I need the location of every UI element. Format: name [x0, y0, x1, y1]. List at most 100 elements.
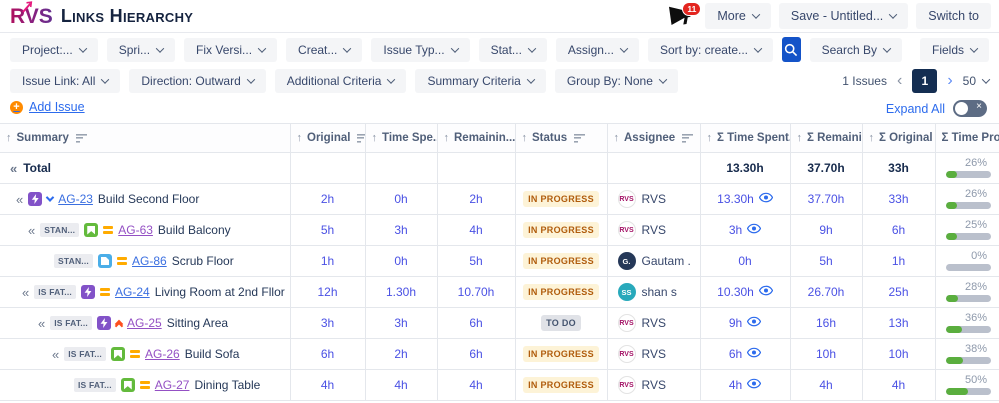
empty-cell — [607, 153, 700, 184]
filter-lines-icon[interactable] — [357, 134, 365, 143]
search-by-button[interactable]: Search By — [810, 38, 902, 62]
remaining-estimate-cell: 2h — [437, 184, 515, 215]
eye-icon[interactable] — [747, 378, 761, 392]
megaphone-icon[interactable]: 11 — [667, 4, 697, 28]
collapse-icon[interactable]: « — [16, 192, 23, 207]
filter-sort-by[interactable]: Sort by: create... — [648, 38, 773, 62]
assignee-name: RVS — [642, 192, 666, 206]
current-page[interactable]: 1 — [912, 69, 937, 93]
filter-fix-version[interactable]: Fix Versi... — [184, 38, 277, 62]
page-title: Links Hierarchy — [61, 6, 193, 27]
filter-project[interactable]: Project:... — [10, 38, 98, 62]
priority-medium-icon — [103, 226, 113, 234]
column-header-summary[interactable]: ↑Summary — [0, 124, 290, 153]
search-button[interactable] — [782, 37, 801, 62]
issue-key-link[interactable]: AG-86 — [132, 254, 167, 268]
sum-time-spent-value: 9h — [729, 316, 742, 330]
assignee-name: RVS — [642, 378, 666, 392]
progress-percent: 50% — [946, 374, 992, 386]
issue-key-link[interactable]: AG-27 — [155, 378, 190, 392]
empty-cell — [515, 153, 607, 184]
issue-key-link[interactable]: AG-26 — [145, 347, 180, 361]
progress-bar — [946, 233, 992, 240]
total-sum-time-spent: 13.30h — [700, 153, 790, 184]
filter-sprint[interactable]: Spri... — [107, 38, 175, 62]
column-header-original[interactable]: ↑Original — [290, 124, 365, 153]
filter-additional-criteria[interactable]: Additional Criteria — [275, 69, 407, 93]
table-row: «IS FAT...AG-25Sitting Area3h3h6hTO DORV… — [0, 308, 999, 339]
filter-status[interactable]: Stat... — [479, 38, 547, 62]
collapse-icon[interactable]: « — [52, 347, 59, 362]
filter-created[interactable]: Creat... — [286, 38, 362, 62]
plus-circle-icon: + — [10, 101, 23, 114]
column-header-time-spent[interactable]: ↑Time Spe... — [365, 124, 437, 153]
save-button[interactable]: Save - Untitled... — [779, 3, 908, 29]
eye-icon[interactable] — [747, 223, 761, 237]
chevron-down-icon — [528, 44, 536, 52]
filter-group-by[interactable]: Group By: None — [555, 69, 678, 93]
filter-assignee[interactable]: Assign... — [556, 38, 639, 62]
eye-icon[interactable] — [747, 316, 761, 330]
remaining-estimate-cell: 4h — [437, 215, 515, 246]
filter-summary-criteria[interactable]: Summary Criteria — [415, 69, 545, 93]
fields-button[interactable]: Fields — [920, 38, 989, 62]
add-issue-label: Add Issue — [29, 100, 85, 114]
column-header-sum-original[interactable]: ↑Σ Original ... — [862, 124, 935, 153]
filter-issue-link[interactable]: Issue Link: All — [10, 69, 120, 93]
eye-icon[interactable] — [747, 347, 761, 361]
next-page-button[interactable]: › — [947, 72, 952, 90]
issue-key-link[interactable]: AG-25 — [127, 316, 162, 330]
sum-original-cell: 13h — [862, 308, 935, 339]
time-spent-cell: 4h — [365, 370, 437, 401]
column-header-assignee[interactable]: ↑Assignee — [607, 124, 700, 153]
sort-arrow-icon: ↑ — [6, 132, 12, 144]
expander-chevron-down-icon[interactable] — [46, 193, 54, 201]
issue-key-link[interactable]: AG-24 — [115, 285, 150, 299]
switch-to-button[interactable]: Switch to — [916, 3, 991, 29]
priority-medium-icon — [117, 257, 127, 265]
eye-icon[interactable] — [759, 192, 773, 206]
assignee-name: RVS — [642, 316, 666, 330]
issue-summary: Build Second Floor — [98, 192, 199, 206]
progress-fill — [946, 326, 962, 333]
column-header-time-progress[interactable]: Σ Time Pro — [935, 124, 999, 153]
column-header-status[interactable]: ↑Status — [515, 124, 607, 153]
sort-arrow-icon: ↑ — [444, 132, 450, 144]
filter-lines-icon[interactable] — [76, 134, 87, 143]
sort-arrow-icon: ↑ — [869, 132, 875, 144]
eye-icon[interactable] — [759, 285, 773, 299]
column-header-remaining[interactable]: ↑Remainin... — [437, 124, 515, 153]
assignee-avatar: RVS — [618, 376, 636, 394]
collapse-icon[interactable]: « — [10, 161, 17, 176]
collapse-icon[interactable]: « — [22, 285, 29, 300]
collapse-icon[interactable]: « — [28, 223, 35, 238]
empty-cell — [365, 153, 437, 184]
filter-issue-type[interactable]: Issue Typ... — [371, 38, 469, 62]
page-size-select[interactable]: 50 — [963, 74, 989, 88]
collapse-icon[interactable]: « — [38, 316, 45, 331]
issue-summary: Sitting Area — [167, 316, 228, 330]
prev-page-button[interactable]: ‹ — [897, 72, 902, 90]
status-badge: IN PROGRESS — [523, 377, 599, 393]
more-button[interactable]: More — [705, 3, 770, 29]
filter-lines-icon[interactable] — [574, 134, 585, 143]
add-issue-link[interactable]: + Add Issue — [10, 100, 85, 114]
column-header-sum-remaining[interactable]: ↑Σ Remaini... — [790, 124, 862, 153]
time-spent-cell: 1.30h — [365, 277, 437, 308]
table-row: «IS FAT...AG-24Living Room at 2nd Fllor1… — [0, 277, 999, 308]
chevron-down-icon — [156, 44, 164, 52]
assignee-cell: G.Gautam . — [607, 246, 700, 277]
original-estimate-cell: 1h — [290, 246, 365, 277]
app-logo: RVS — [10, 6, 53, 27]
sum-remaining-cell: 9h — [790, 215, 862, 246]
status-badge: IN PROGRESS — [523, 222, 599, 238]
logo-arrow-icon — [21, 0, 34, 13]
table-row: STAN...AG-86Scrub Floor1h0h5hIN PROGRESS… — [0, 246, 999, 277]
filter-direction[interactable]: Direction: Outward — [129, 69, 265, 93]
assignee-avatar: G. — [618, 252, 636, 270]
column-header-sum-time-spent[interactable]: ↑Σ Time Spent... — [700, 124, 790, 153]
issue-key-link[interactable]: AG-23 — [58, 192, 93, 206]
filter-lines-icon[interactable] — [682, 134, 693, 143]
issue-key-link[interactable]: AG-63 — [118, 223, 153, 237]
expand-all-toggle[interactable]: × — [953, 100, 987, 117]
